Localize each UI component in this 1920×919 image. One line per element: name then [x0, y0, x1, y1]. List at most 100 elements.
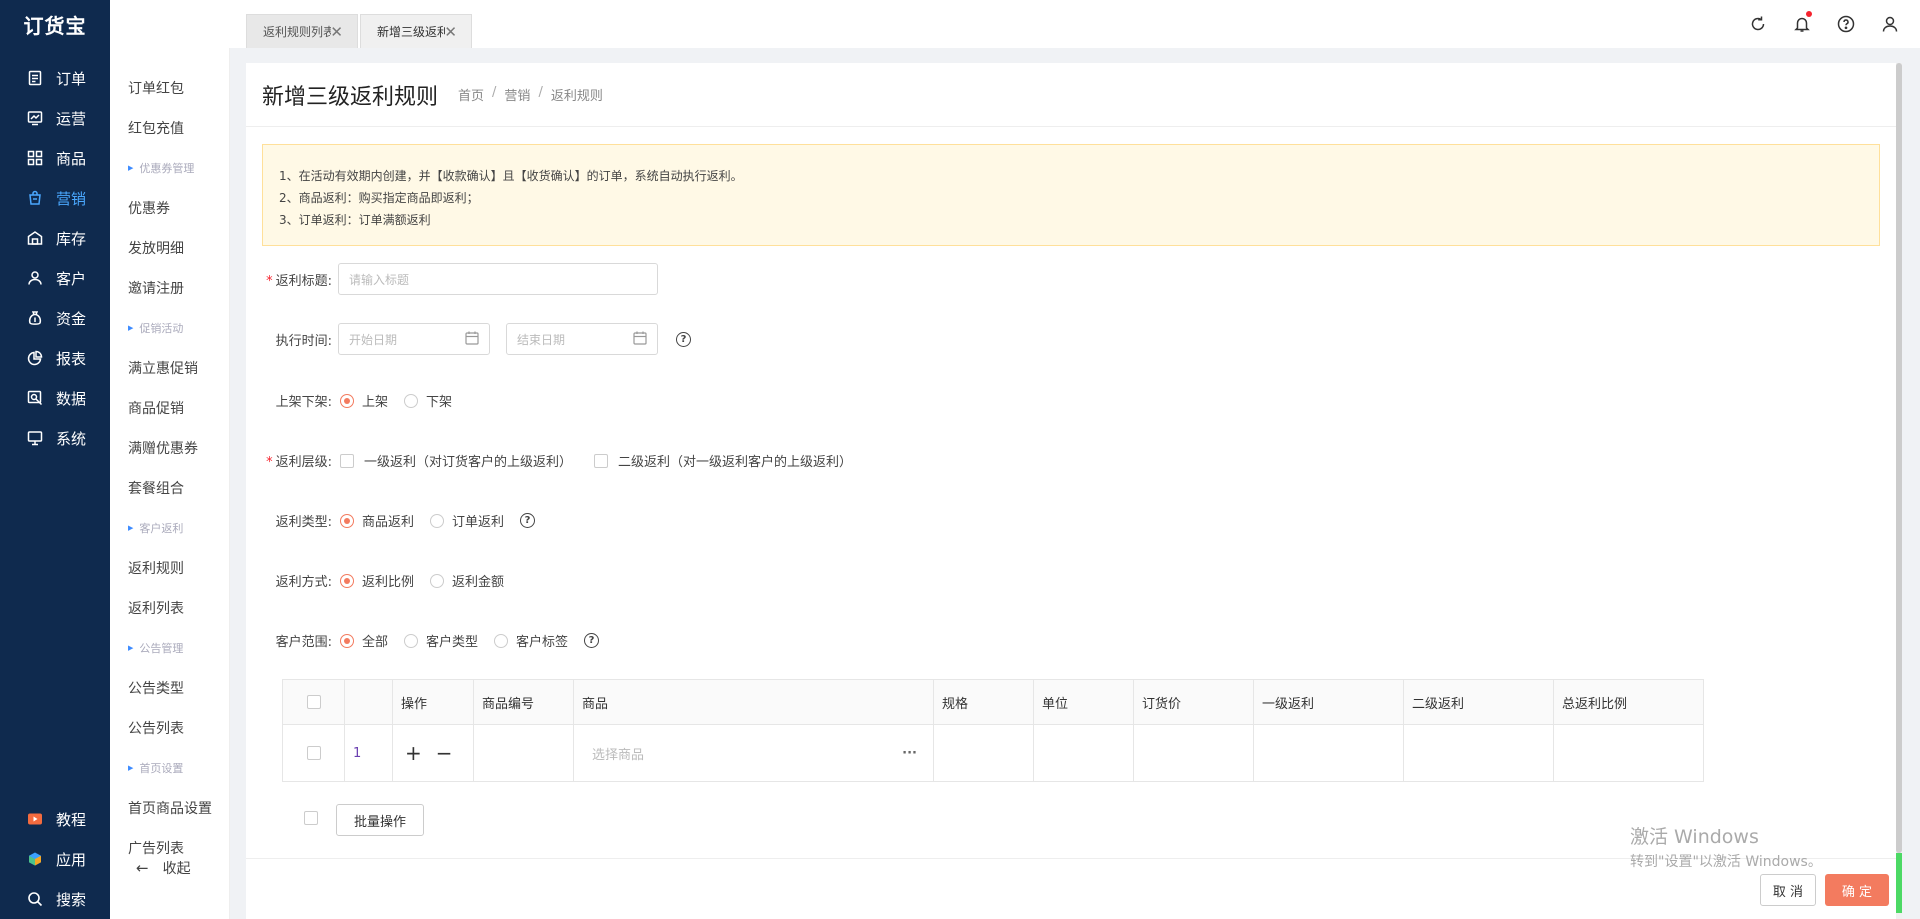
sub-item[interactable]: 订单红包 [110, 68, 229, 108]
start-date-input[interactable]: 开始日期 [338, 323, 490, 355]
radio-on-shelf[interactable]: 上架 [340, 391, 388, 410]
help-icon[interactable] [1836, 14, 1856, 34]
radio-off-shelf[interactable]: 下架 [404, 391, 452, 410]
nav-item-marketing[interactable]: 营销 [0, 178, 110, 218]
refresh-icon[interactable] [1748, 14, 1768, 34]
nav-item-customer[interactable]: 客户 [0, 258, 110, 298]
bell-icon[interactable] [1792, 11, 1812, 34]
breadcrumb-home[interactable]: 首页 [458, 85, 484, 104]
select-all-cell [283, 680, 345, 725]
sub-group-header: ▶ 首页设置 [110, 748, 229, 788]
cancel-button[interactable]: 取 消 [1760, 874, 1816, 906]
sub-item[interactable]: 公告列表 [110, 708, 229, 748]
money-bag-icon [26, 309, 44, 327]
end-date-input[interactable]: 结束日期 [506, 323, 658, 355]
nav-item-system[interactable]: 系统 [0, 418, 110, 458]
title-input[interactable]: 请输入标题 [338, 263, 658, 295]
checkbox-level-2[interactable]: 二级返利（对一级返利客户的上级返利） [594, 451, 852, 470]
nav-item-label: 教程 [56, 810, 87, 829]
collapse-button[interactable]: ← 收起 [110, 858, 230, 878]
nav-item-label: 营销 [56, 189, 87, 208]
nav-item-operation[interactable]: 运营 [0, 98, 110, 138]
nav-item-money[interactable]: 资金 [0, 298, 110, 338]
sub-item[interactable]: 首页商品设置 [110, 788, 229, 828]
breadcrumb-rebate-rules[interactable]: 返利规则 [551, 85, 603, 104]
tab-rebate-list[interactable]: 返利规则列表 ✕ [246, 14, 358, 48]
column-header-level1: 一级返利 [1254, 680, 1404, 725]
close-icon[interactable]: ✕ [444, 23, 457, 41]
product-select[interactable]: 选择商品 ··· [574, 725, 934, 781]
tab-label: 返利规则列表 [263, 25, 331, 39]
required-mark: * [266, 273, 273, 289]
sub-item[interactable]: 满立惠促销 [110, 348, 229, 388]
batch-checkbox[interactable] [304, 811, 318, 825]
nav-item-data[interactable]: 数据 [0, 378, 110, 418]
column-header-spec: 规格 [934, 680, 1034, 725]
nav-item-search[interactable]: 搜索 [0, 879, 110, 919]
help-icon[interactable]: ? [676, 331, 691, 347]
radio-customer-tag[interactable]: 客户标签 [494, 631, 568, 650]
row-spec [934, 725, 1034, 781]
sub-item[interactable]: 满赠优惠券 [110, 428, 229, 468]
checkbox-level-1[interactable]: 一级返利（对订货客户的上级返利） [340, 451, 572, 470]
nav-item-report[interactable]: 报表 [0, 338, 110, 378]
page-header: 新增三级返利规则 首页 / 营销 / 返利规则 [246, 63, 1898, 127]
radio-group-type: 商品返利 订单返利 ? [340, 511, 536, 530]
app-logo[interactable]: 订货宝 [0, 0, 110, 48]
remove-row-icon[interactable]: − [436, 741, 453, 765]
radio-dot [340, 393, 354, 408]
confirm-button[interactable]: 确 定 [1825, 874, 1889, 906]
radio-product-rebate[interactable]: 商品返利 [340, 511, 414, 530]
calendar-icon [633, 331, 647, 348]
sub-item[interactable]: 发放明细 [110, 228, 229, 268]
nav-item-order[interactable]: 订单 [0, 58, 110, 98]
row-level2[interactable] [1404, 725, 1554, 781]
collapse-label: 收起 [162, 861, 191, 877]
batch-operation-button[interactable]: 批量操作 [336, 804, 424, 836]
row-level1[interactable] [1254, 725, 1404, 781]
vertical-scrollbar[interactable] [1896, 63, 1902, 919]
tab-new-rebate-rule[interactable]: 新增三级返利规则 ✕ [360, 14, 472, 48]
sub-group-label: 促销活动 [139, 322, 184, 335]
row-checkbox[interactable] [306, 746, 321, 760]
more-icon[interactable]: ··· [902, 746, 917, 761]
add-row-icon[interactable]: + [405, 741, 422, 765]
help-icon[interactable]: ? [584, 633, 600, 648]
sub-item[interactable]: 邀请注册 [110, 268, 229, 308]
radio-customer-type[interactable]: 客户类型 [404, 631, 478, 650]
triangle-icon: ▶ [128, 644, 134, 652]
nav-item-apps[interactable]: 应用 [0, 839, 110, 879]
sub-item[interactable]: 返利列表 [110, 588, 229, 628]
form-label: * 返利层级: [266, 451, 332, 470]
sub-item-rebate-rules[interactable]: 返利规则 [110, 548, 229, 588]
nav-item-warehouse[interactable]: 库存 [0, 218, 110, 258]
radio-order-rebate[interactable]: 订单返利 [430, 511, 504, 530]
row-code [474, 725, 574, 781]
radio-ratio[interactable]: 返利比例 [340, 571, 414, 590]
select-all-checkbox[interactable] [306, 695, 321, 709]
nav-item-label: 资金 [56, 309, 87, 328]
radio-group-scope: 全部 客户类型 客户标签 ? [340, 631, 600, 650]
sub-item[interactable]: 商品促销 [110, 388, 229, 428]
nav-item-tutorial[interactable]: 教程 [0, 799, 110, 839]
notice-box: 1、在活动有效期内创建，并【收款确认】且【收货确认】的订单，系统自动执行返利。 … [262, 144, 1880, 246]
sub-item[interactable]: 优惠券 [110, 188, 229, 228]
table-header-row: 操作 商品编号 商品 规格 单位 订货价 一级返利 二级返利 总返利比例 [283, 680, 1703, 725]
user-icon[interactable] [1880, 14, 1900, 34]
nav-item-goods[interactable]: 商品 [0, 138, 110, 178]
breadcrumb-marketing[interactable]: 营销 [504, 85, 530, 104]
nav-item-label: 客户 [56, 269, 87, 288]
search-icon [26, 890, 44, 908]
scrollbar-thumb[interactable] [1896, 63, 1902, 853]
sub-item[interactable]: 红包充值 [110, 108, 229, 148]
end-date-placeholder: 结束日期 [517, 332, 566, 347]
sub-item[interactable]: 套餐组合 [110, 468, 229, 508]
radio-amount[interactable]: 返利金额 [430, 571, 504, 590]
close-icon[interactable]: ✕ [330, 23, 343, 41]
triangle-icon: ▶ [128, 764, 134, 772]
radio-all[interactable]: 全部 [340, 631, 388, 650]
calendar-icon [465, 331, 479, 348]
sub-item[interactable]: 公告类型 [110, 668, 229, 708]
help-icon[interactable]: ? [520, 513, 536, 528]
top-icons [1724, 11, 1900, 34]
